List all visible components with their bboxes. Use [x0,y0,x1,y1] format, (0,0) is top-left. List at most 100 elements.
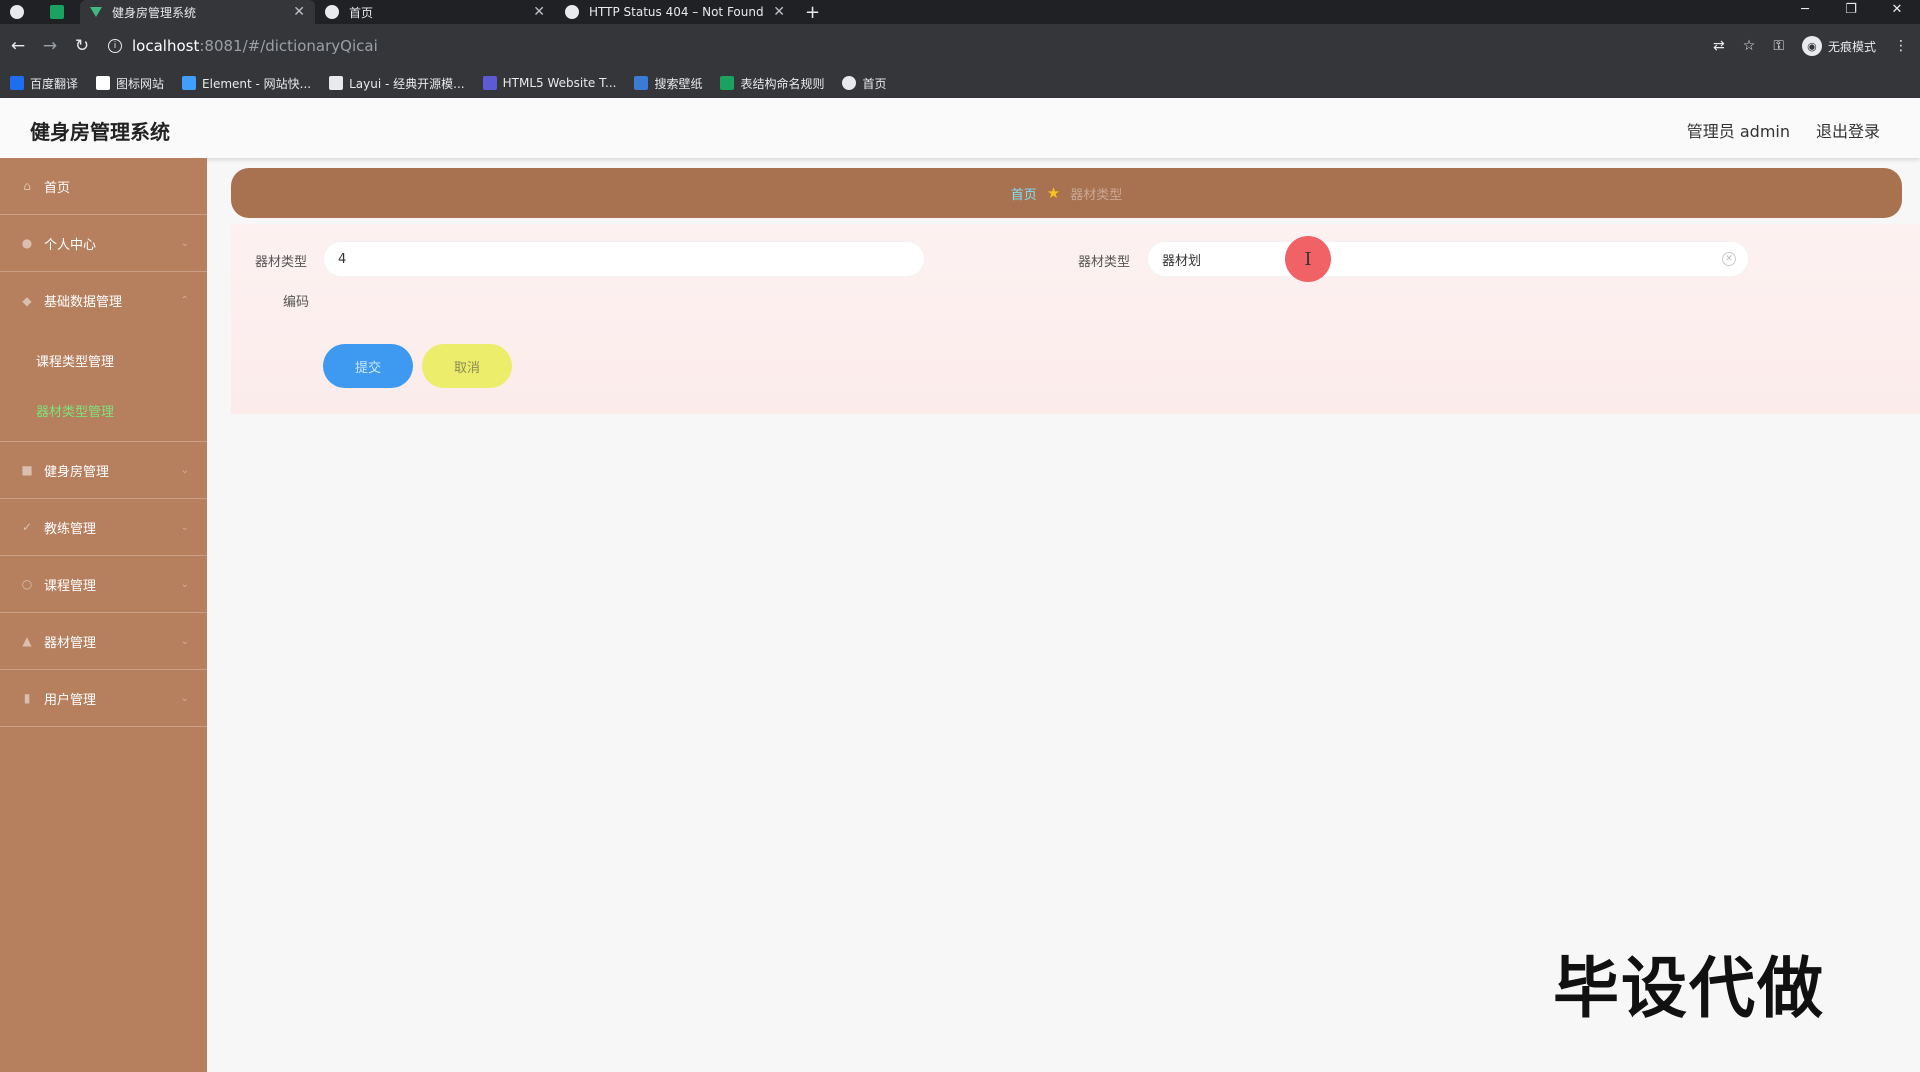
close-icon[interactable]: ✕ [293,4,305,20]
bookmark-item[interactable]: 首页 [842,75,887,92]
sidebar-item-base-data[interactable]: ◆ 基础数据管理 ⌃ [0,272,207,329]
back-icon[interactable]: ← [2,36,34,56]
chevron-down-icon: ⌄ [180,521,189,533]
equipment-icon: ▲ [22,634,32,648]
sidebar-subitem-equipment-type[interactable]: 器材类型管理 [0,385,207,435]
cancel-button[interactable]: 取消 [422,344,512,388]
bookmark-label: 搜索壁纸 [654,76,703,91]
info-icon[interactable]: i [108,39,122,53]
tab-title: 首页 [349,5,374,20]
breadcrumb-current: 器材类型 [1070,187,1123,203]
sidebar-item-label: 基础数据管理 [44,295,123,310]
translate-icon[interactable]: ⇄ [1713,38,1725,54]
breadcrumb: 首页 ★ 器材类型 [231,168,1902,218]
sidebar-item-label: 健身房管理 [44,464,110,480]
clear-icon[interactable]: ✕ [1722,252,1736,266]
sidebar-item-label: 教练管理 [44,521,97,537]
tab-home[interactable]: 首页 ✕ [315,0,555,24]
sidebar-item-home[interactable]: ⌂ 首页 [0,158,207,215]
close-icon[interactable]: ✕ [533,4,545,20]
bookmark-label: 百度翻译 [30,76,79,91]
bookmark-item[interactable]: Layui - 经典开源模... [329,75,465,92]
bookmark-item[interactable]: HTML5 Website T... [482,76,617,90]
sidebar-item-equipment[interactable]: ▲ 器材管理 ⌄ [0,613,207,670]
bookmarks-bar: 百度翻译 图标网站 Element - 网站快... Layui - 经典开源模… [0,68,1920,98]
sidebar-submenu: 课程类型管理 器材类型管理 [0,329,207,442]
sidebar-item-course[interactable]: ○ 课程管理 ⌄ [0,556,207,613]
tab-gym-system[interactable]: 健身房管理系统 ✕ [80,0,315,24]
minimize-icon[interactable]: ─ [1782,0,1828,24]
incognito-indicator[interactable]: ◉ 无痕模式 [1801,36,1876,56]
flag-icon [96,76,111,90]
restore-icon[interactable]: ❐ [1828,0,1874,24]
tab-title: HTTP Status 404 – Not Found [589,5,764,19]
baidu-translate-icon [10,76,24,90]
app-title: 健身房管理系统 [30,120,170,144]
html5-icon [482,76,497,90]
tab-title: 健身房管理系统 [112,5,197,20]
watermark-text: 毕设代做 [1553,950,1825,1027]
bookmark-label: 图标网站 [116,76,165,91]
name-input-value: 器材划 [1162,253,1202,269]
browser-tab-bar: 健身房管理系统 ✕ 首页 ✕ HTTP Status 404 – Not Fou… [0,0,1920,24]
bookmark-label: HTML5 Website T... [502,76,617,90]
bookmark-label: Layui - 经典开源模... [349,76,465,91]
address-bar: ← → ↻ i localhost :8081/#/dictionaryQica… [0,24,1920,68]
sidebar-item-users[interactable]: ▮ 用户管理 ⌄ [0,670,207,727]
bookmark-item[interactable]: Element - 网站快... [182,75,311,92]
close-window-icon[interactable]: ✕ [1874,0,1920,24]
bookmark-star-icon[interactable]: ☆ [1743,38,1756,54]
close-icon[interactable]: ✕ [773,4,785,20]
code-label-line2: 编码 [283,295,310,310]
bookmark-label: 首页 [862,76,887,91]
bookmark-item[interactable]: 表结构命名规则 [720,75,824,92]
star-icon: ★ [1046,184,1061,202]
bookmark-label: 表结构命名规则 [740,76,825,91]
code-label: 器材类型 [255,255,308,270]
incognito-label: 无痕模式 [1827,39,1876,54]
bookmark-label: Element - 网站快... [202,76,312,91]
toolbar-right: ⇄ ☆ ⚿ ◉ 无痕模式 ⋮ [1713,24,1908,68]
url-path: :8081/#/dictionaryQicai [199,37,378,55]
chevron-down-icon: ⌄ [180,578,189,590]
tab-404[interactable]: HTTP Status 404 – Not Found ✕ [555,0,795,24]
url-field[interactable]: i localhost :8081/#/dictionaryQicai [108,37,378,55]
sidebar-item-label: 个人中心 [44,237,97,253]
sidebar-item-label: 用户管理 [44,692,97,708]
logout-button[interactable]: 退出登录 [1816,118,1880,142]
chevron-down-icon: ⌄ [180,635,189,647]
pinned-tab[interactable] [40,0,80,24]
chevron-down-icon: ⌄ [180,464,189,476]
incognito-icon: ◉ [1801,36,1822,56]
new-tab-button[interactable]: + [795,0,835,24]
sidebar-subitem-course-type[interactable]: 课程类型管理 [0,335,207,385]
chevron-down-icon: ⌄ [180,237,189,249]
wallpaper-icon [634,76,649,90]
bookmark-item[interactable]: 百度翻译 [10,75,78,92]
sidebar-item-gym[interactable]: ■ 健身房管理 ⌄ [0,442,207,499]
equipment-type-name-input[interactable]: 器材划 ✕ [1147,241,1749,277]
data-icon: ◆ [22,293,32,308]
reload-icon[interactable]: ↻ [66,36,98,56]
key-icon[interactable]: ⚿ [1773,38,1784,54]
course-icon: ○ [21,577,33,591]
window-controls: ─ ❐ ✕ [1782,0,1920,24]
current-user: 管理员 admin [1686,122,1790,141]
users-icon: ▮ [23,691,31,705]
sidebar-item-coach[interactable]: ✓ 教练管理 ⌄ [0,499,207,556]
sidebar-item-profile[interactable]: ● 个人中心 ⌄ [0,215,207,272]
breadcrumb-home[interactable]: 首页 [1011,184,1037,203]
more-menu-icon[interactable]: ⋮ [1894,38,1908,54]
vue-icon [90,7,102,17]
home-icon: ⌂ [23,179,31,193]
bookmark-item[interactable]: 搜索壁纸 [634,75,702,92]
forward-icon[interactable]: → [34,36,66,56]
equipment-type-code-input[interactable]: 4 [323,241,925,277]
user-icon: ● [21,236,33,250]
sheet-icon [720,76,735,90]
browser-menu-button[interactable] [0,0,40,24]
gym-icon: ■ [21,463,33,477]
sidebar-item-label: 首页 [44,180,71,196]
bookmark-item[interactable]: 图标网站 [96,75,164,92]
submit-button[interactable]: 提交 [323,344,413,388]
